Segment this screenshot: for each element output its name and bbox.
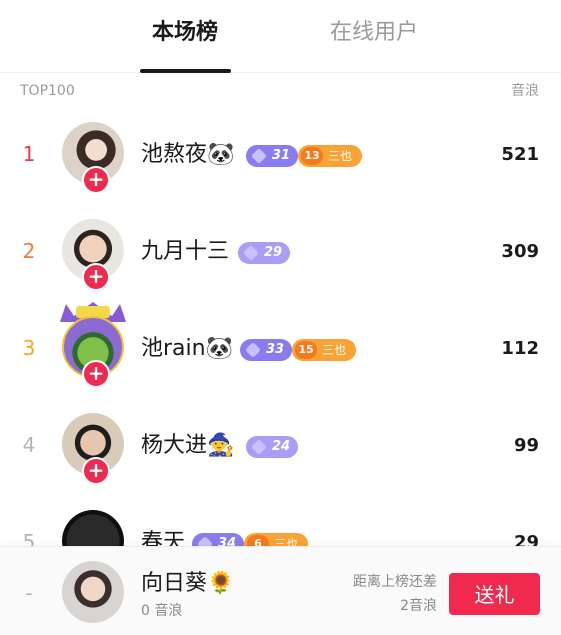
score-column-label: 音浪 — [511, 83, 539, 99]
user-avatar[interactable]: + — [60, 302, 126, 388]
gap-to-rank-value: 2音浪 — [400, 598, 437, 614]
fan-level-value: 13 — [301, 147, 323, 165]
user-level-value: 29 — [264, 245, 283, 260]
my-score: 0 音浪 — [141, 603, 183, 619]
user-name: 池rain🐼 — [141, 336, 233, 361]
gem-icon — [243, 245, 259, 261]
fan-level-value: 15 — [295, 341, 317, 359]
fan-club-label: 三也 — [322, 343, 347, 357]
rank-number: 3 — [22, 336, 36, 360]
user-level-badge: 24 — [246, 436, 299, 458]
my-ranking-bar: - 向日葵🌻 0 音浪 距离上榜还差 2音浪 送礼 — [0, 546, 561, 635]
ranking-row[interactable]: 3 + 池rain🐼 33 15 三也 112 — [0, 302, 561, 401]
send-gift-button[interactable]: 送礼 — [449, 573, 540, 615]
fan-club-label: 三也 — [328, 149, 353, 163]
gem-icon — [251, 439, 267, 455]
active-tab-indicator — [140, 69, 231, 73]
user-level-badge: 29 — [238, 242, 291, 264]
follow-plus-icon[interactable]: + — [82, 360, 110, 388]
gem-icon — [251, 148, 267, 164]
follow-plus-icon[interactable]: + — [82, 166, 110, 194]
user-avatar[interactable]: + — [62, 413, 124, 485]
ranking-row[interactable]: 1 + 池熬夜🐼 31 13 三也 521 — [0, 110, 561, 207]
score-value: 99 — [513, 435, 539, 456]
ranking-row[interactable]: 4 + 杨大进🧙 24 99 — [0, 401, 561, 498]
user-name: 池熬夜🐼 — [141, 142, 235, 167]
user-level-value: 31 — [272, 148, 291, 163]
follow-plus-icon[interactable]: + — [82, 457, 110, 485]
tab-current-session[interactable]: 本场榜 — [152, 18, 218, 48]
user-name: 杨大进🧙 — [141, 433, 235, 458]
score-value: 521 — [501, 144, 539, 165]
gap-to-rank-label: 距离上榜还差 — [353, 574, 437, 590]
user-level-badge: 33 — [240, 339, 293, 361]
score-value: 112 — [501, 338, 539, 359]
follow-plus-icon[interactable]: + — [82, 263, 110, 291]
user-level-badge: 31 — [246, 145, 299, 167]
rank-number: 2 — [22, 239, 36, 263]
my-name: 向日葵🌻 — [141, 571, 235, 596]
tab-online-users[interactable]: 在线用户 — [330, 18, 418, 48]
top100-label: TOP100 — [20, 83, 75, 99]
user-level-value: 24 — [272, 439, 291, 454]
score-value: 309 — [501, 241, 539, 262]
my-avatar[interactable] — [62, 561, 124, 623]
user-name: 九月十三 — [141, 239, 230, 264]
user-avatar[interactable]: + — [62, 122, 124, 194]
rank-number: 4 — [22, 433, 36, 457]
rank-number: 1 — [22, 142, 36, 166]
user-level-value: 33 — [266, 342, 285, 357]
ranking-row[interactable]: 2 + 九月十三 29 309 — [0, 207, 561, 304]
live-ranking-page: 本场榜 在线用户 TOP100 音浪 1 + 池熬夜🐼 31 13 三也 521… — [0, 0, 561, 635]
ranking-tabs: 本场榜 在线用户 — [0, 0, 561, 73]
gem-icon — [245, 342, 261, 358]
fan-club-badge: 15 三也 — [292, 339, 357, 361]
avatar-image — [62, 561, 124, 623]
my-rank: - — [25, 581, 33, 605]
user-avatar[interactable]: + — [62, 219, 124, 291]
fan-club-badge: 13 三也 — [298, 145, 363, 167]
